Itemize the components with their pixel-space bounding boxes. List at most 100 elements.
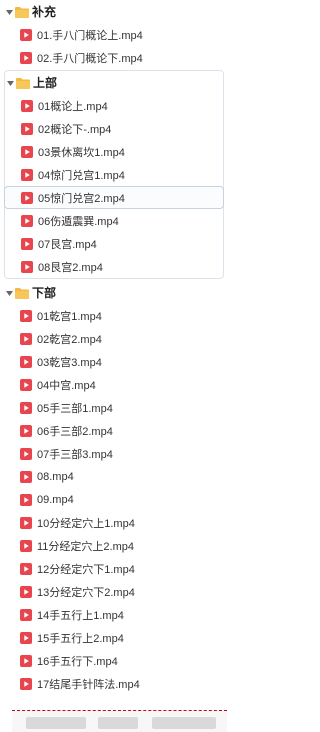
file-label: 07艮宫.mp4 [38,238,97,251]
video-file-icon [20,631,32,644]
video-file-icon [21,237,33,250]
file-label: 13分经定穴下2.mp4 [37,586,135,599]
file-label: 03景休离坎1.mp4 [38,146,125,159]
file-item[interactable]: 04中宫.mp4 [0,373,227,396]
folder-icon [16,77,30,89]
file-item[interactable]: 05惊门兑宫2.mp4 [4,186,224,209]
video-file-icon [20,28,32,41]
file-label: 05手三部1.mp4 [37,402,113,415]
file-item[interactable]: 09.mp4 [0,488,227,511]
file-item[interactable]: 13分经定穴下2.mp4 [0,580,227,603]
file-item[interactable]: 03乾宫3.mp4 [0,350,227,373]
file-item[interactable]: 06伤遁震巽.mp4 [5,209,223,232]
file-label: 02.手八门概论下.mp4 [37,52,143,65]
file-tree: 补充 01.手八门概论上.mp4 02.手八门概论下.mp4 上部 01概论上.m… [0,0,227,695]
video-file-icon [20,332,32,345]
file-label: 03乾宫3.mp4 [37,356,102,369]
file-label: 10分经定穴上1.mp4 [37,517,135,530]
file-item[interactable]: 02.手八门概论下.mp4 [0,46,227,69]
file-label: 15手五行上2.mp4 [37,632,124,645]
file-item[interactable]: 07艮宫.mp4 [5,232,223,255]
video-file-icon [20,309,32,322]
file-label: 06伤遁震巽.mp4 [38,215,119,228]
file-label: 12分经定穴下1.mp4 [37,563,135,576]
folder-group-shangbu: 上部 01概论上.mp4 02概论下-.mp4 03景休离坎1.mp4 04惊门兑宫1… [4,70,224,279]
file-label: 08.mp4 [37,470,74,483]
video-file-icon [20,355,32,368]
video-file-icon [21,99,33,112]
caret-down-icon[interactable] [5,7,14,17]
video-file-icon [20,493,32,506]
file-item[interactable]: 01概论上.mp4 [5,94,223,117]
folder-label: 上部 [33,76,58,90]
file-item[interactable]: 07手三部3.mp4 [0,442,227,465]
video-file-icon [20,470,32,483]
file-item[interactable]: 03景休离坎1.mp4 [5,140,223,163]
video-file-icon [21,260,33,273]
video-file-icon [20,539,32,552]
file-label: 08艮宫2.mp4 [38,261,103,274]
video-file-icon [20,585,32,598]
video-file-icon [21,145,33,158]
video-file-icon [21,168,33,181]
caret-down-icon[interactable] [5,288,14,298]
file-item[interactable]: 14手五行上1.mp4 [0,603,227,626]
video-file-icon [20,378,32,391]
folder-row[interactable]: 补充 [0,0,227,23]
video-file-icon [20,562,32,575]
file-label: 14手五行上1.mp4 [37,609,124,622]
video-file-icon [20,608,32,621]
file-label: 09.mp4 [37,493,74,506]
video-file-icon [20,677,32,690]
video-file-icon [20,401,32,414]
video-file-icon [21,122,33,135]
file-label: 06手三部2.mp4 [37,425,113,438]
file-item[interactable]: 05手三部1.mp4 [0,396,227,419]
video-file-icon [20,447,32,460]
file-label: 01概论上.mp4 [38,100,108,113]
file-item[interactable]: 16手五行下.mp4 [0,649,227,672]
video-file-icon [20,516,32,529]
file-item[interactable]: 02乾宫2.mp4 [0,327,227,350]
file-label: 04惊门兑宫1.mp4 [38,169,125,182]
file-item[interactable]: 10分经定穴上1.mp4 [0,511,227,534]
file-label: 17结尾手针阵法.mp4 [37,678,140,691]
file-item[interactable]: 08.mp4 [0,465,227,488]
file-label: 02乾宫2.mp4 [37,333,102,346]
file-item[interactable]: 12分经定穴下1.mp4 [0,557,227,580]
video-file-icon [20,51,32,64]
file-item[interactable]: 04惊门兑宫1.mp4 [5,163,223,186]
folder-row[interactable]: 上部 [5,71,223,94]
folder-label: 下部 [32,286,57,300]
file-item[interactable]: 17结尾手针阵法.mp4 [0,672,227,695]
file-label: 05惊门兑宫2.mp4 [38,192,125,205]
file-label: 07手三部3.mp4 [37,448,113,461]
file-label: 11分经定穴上2.mp4 [37,540,134,553]
folder-label: 补充 [32,5,57,19]
file-label: 01.手八门概论上.mp4 [37,29,143,42]
folder-group-xiabu: 下部 01乾宫1.mp4 02乾宫2.mp4 03乾宫3.mp4 04中宫.mp4 05… [0,281,227,695]
folder-icon [15,287,29,299]
obscured-text [98,717,138,729]
video-file-icon [20,424,32,437]
folder-icon [15,6,29,18]
obscured-text [26,717,86,729]
file-label: 04中宫.mp4 [37,379,96,392]
folder-row[interactable]: 下部 [0,281,227,304]
file-label: 01乾宫1.mp4 [37,310,102,323]
file-label: 02概论下-.mp4 [38,123,112,136]
file-item[interactable]: 01.手八门概论上.mp4 [0,23,227,46]
file-item[interactable]: 11分经定穴上2.mp4 [0,534,227,557]
video-file-icon [20,654,32,667]
file-label: 16手五行下.mp4 [37,655,118,668]
folder-group-buchong: 补充 01.手八门概论上.mp4 02.手八门概论下.mp4 [0,0,227,65]
file-item[interactable]: 01乾宫1.mp4 [0,304,227,327]
caret-down-icon[interactable] [6,78,15,88]
file-item[interactable]: 06手三部2.mp4 [0,419,227,442]
video-file-icon [21,214,33,227]
video-file-icon [21,191,33,204]
obscured-text [152,717,216,729]
file-item[interactable]: 02概论下-.mp4 [5,117,223,140]
file-item[interactable]: 08艮宫2.mp4 [5,255,223,278]
file-item[interactable]: 15手五行上2.mp4 [0,626,227,649]
